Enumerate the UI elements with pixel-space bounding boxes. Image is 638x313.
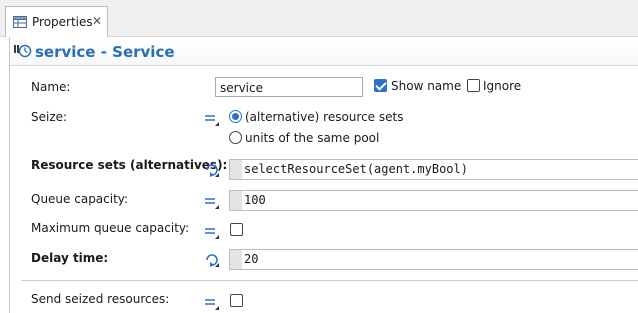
static-value-icon[interactable]: [204, 295, 220, 311]
section-divider: [21, 280, 638, 281]
close-icon[interactable]: ✕: [92, 13, 102, 29]
view-tab-bar: Properties ✕: [0, 0, 638, 37]
delay-time-field[interactable]: 20: [229, 249, 638, 270]
tab-properties[interactable]: Properties ✕: [5, 6, 108, 37]
resource-sets-value: selectResourceSet(agent.myBool): [244, 162, 468, 176]
delay-time-label: Delay time:: [31, 251, 109, 265]
seize-radio-same-pool[interactable]: [229, 131, 242, 144]
max-queue-capacity-label: Maximum queue capacity:: [31, 221, 190, 235]
service-block-icon: [14, 44, 32, 58]
properties-header: service - Service: [10, 38, 638, 66]
page-title: service - Service: [35, 43, 175, 61]
seize-option-resource-sets: (alternative) resource sets: [245, 110, 404, 124]
send-seized-resources-checkbox[interactable]: [230, 294, 243, 307]
resource-sets-label: Resource sets (alternatives):: [31, 158, 228, 172]
name-label: Name:: [31, 80, 71, 94]
dynamic-value-icon[interactable]: [204, 252, 220, 268]
seize-label: Seize:: [31, 110, 68, 124]
seize-option-same-pool: units of the same pool: [245, 131, 380, 145]
resource-sets-field[interactable]: selectResourceSet(agent.myBool): [229, 159, 638, 180]
show-name-checkbox[interactable]: [374, 79, 387, 92]
panel-left-border: [9, 37, 10, 313]
delay-time-value: 20: [244, 252, 259, 266]
max-queue-capacity-checkbox[interactable]: [230, 223, 243, 236]
field-gutter: [230, 250, 242, 269]
ignore-label: Ignore: [483, 79, 522, 93]
ignore-checkbox[interactable]: [467, 79, 480, 92]
tab-label: Properties: [32, 15, 93, 29]
send-seized-resources-label: Send seized resources:: [31, 292, 170, 306]
seize-radio-resource-sets[interactable]: [229, 110, 242, 123]
properties-table-icon: [13, 16, 27, 28]
static-value-icon[interactable]: [204, 224, 220, 240]
dynamic-value-icon[interactable]: [204, 162, 220, 178]
field-gutter: [230, 191, 242, 210]
queue-capacity-value: 100: [244, 193, 266, 207]
field-gutter: [230, 160, 242, 179]
queue-capacity-field[interactable]: 100: [229, 190, 638, 211]
static-value-icon[interactable]: [204, 194, 220, 210]
queue-capacity-label: Queue capacity:: [31, 192, 129, 206]
static-value-icon[interactable]: [204, 111, 220, 127]
show-name-label: Show name: [391, 79, 462, 93]
name-field[interactable]: service: [215, 77, 363, 97]
